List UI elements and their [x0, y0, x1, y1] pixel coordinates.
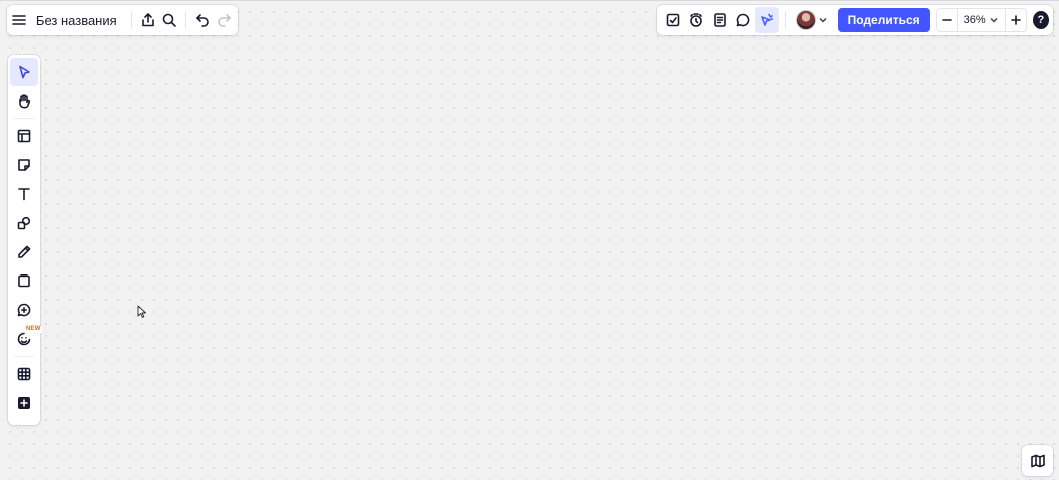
help-button[interactable]: ?	[1032, 11, 1049, 29]
checklist-icon	[666, 13, 680, 27]
checklist-button[interactable]	[661, 7, 685, 33]
share-button[interactable]: Поделиться	[837, 8, 930, 32]
menu-icon	[12, 15, 27, 25]
board-title[interactable]: Без названия	[36, 13, 117, 28]
chevron-down-icon	[990, 18, 998, 23]
zoom-in-button[interactable]	[1004, 8, 1027, 32]
divider	[784, 11, 786, 29]
comment-tool[interactable]	[10, 296, 38, 324]
divider	[185, 11, 187, 29]
stickers-tool[interactable]: NEW	[10, 325, 42, 353]
templates-icon	[17, 129, 31, 143]
templates-tool[interactable]	[10, 122, 38, 150]
comment-icon	[737, 13, 750, 27]
zoom-out-button[interactable]	[935, 8, 958, 32]
divider	[14, 118, 34, 119]
stickers-icon	[17, 332, 31, 346]
reactions-cursor-icon	[761, 13, 774, 26]
divider	[14, 356, 34, 357]
minimap-toggle[interactable]	[1025, 448, 1051, 474]
text-tool[interactable]	[10, 180, 38, 208]
creation-toolbar: NEW	[8, 55, 42, 425]
chevron-down-icon	[819, 18, 826, 23]
apps-plus-icon	[18, 397, 30, 409]
frame-icon	[18, 274, 30, 288]
collaboration-panel: Поделиться 36% ?	[657, 5, 1053, 35]
new-badge: NEW	[25, 326, 42, 333]
map-icon	[1030, 454, 1045, 467]
pen-icon	[18, 245, 31, 258]
redo-icon	[217, 14, 231, 27]
comment-add-icon	[17, 303, 31, 317]
shapes-tool[interactable]	[10, 209, 38, 237]
comments-button[interactable]	[732, 7, 756, 33]
undo-icon	[195, 14, 209, 27]
zoom-in-icon	[1010, 15, 1021, 25]
minimap-button[interactable]	[1022, 445, 1053, 476]
zoom-control: 36%	[935, 8, 1027, 32]
export-button[interactable]	[137, 7, 158, 33]
sticky-note-tool[interactable]	[10, 151, 38, 179]
shapes-icon	[17, 216, 31, 230]
sticky-note-icon	[18, 159, 30, 171]
zoom-level-value: 36%	[963, 14, 986, 26]
help-icon: ?	[1037, 14, 1045, 26]
more-apps-tool[interactable]	[10, 389, 38, 417]
pen-tool[interactable]	[10, 238, 38, 266]
mouse-cursor-icon	[137, 305, 146, 318]
export-icon	[142, 13, 154, 27]
undo-button[interactable]	[192, 7, 213, 33]
redo-button[interactable]	[213, 7, 234, 33]
collaborators-button[interactable]	[794, 8, 832, 32]
board-header-panel: Без названия	[7, 5, 238, 35]
frame-tool[interactable]	[10, 267, 38, 295]
notes-button[interactable]	[708, 7, 732, 33]
grid-tool[interactable]	[10, 360, 38, 388]
hand-icon	[19, 94, 31, 109]
timer-icon	[690, 13, 703, 27]
select-tool[interactable]	[10, 58, 38, 86]
divider	[130, 11, 132, 29]
reactions-cursor-button[interactable]	[755, 7, 779, 33]
text-icon	[18, 188, 30, 201]
timer-button[interactable]	[685, 7, 709, 33]
notes-icon	[714, 13, 726, 27]
avatar	[795, 10, 816, 30]
zoom-level-dropdown[interactable]: 36%	[957, 8, 1005, 32]
main-menu-button[interactable]	[9, 7, 30, 33]
zoom-out-icon	[941, 19, 952, 21]
grid-icon	[17, 367, 31, 381]
search-button[interactable]	[158, 7, 179, 33]
window-top-border	[0, 0, 1059, 1]
hand-tool[interactable]	[10, 87, 38, 115]
search-icon	[162, 13, 176, 27]
select-icon	[19, 65, 30, 79]
